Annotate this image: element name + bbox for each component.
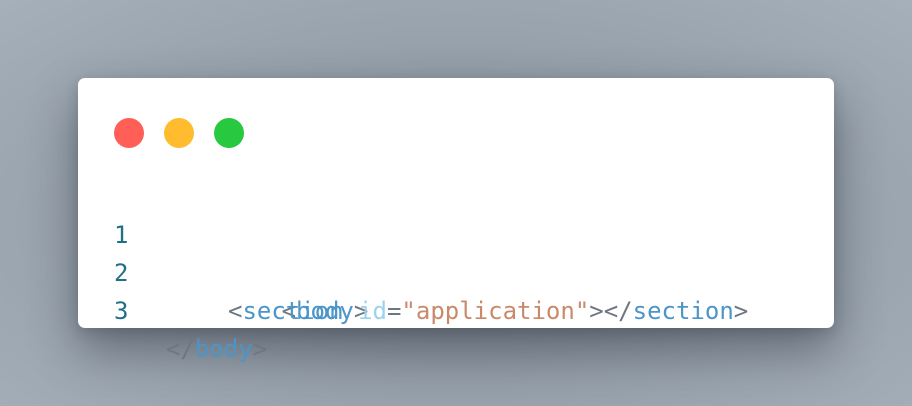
code-text: <section id="application"></section>: [228, 292, 748, 330]
code-token: ></: [589, 297, 633, 325]
code-token: >: [733, 297, 749, 325]
code-token: </: [166, 335, 195, 363]
code-token: "application": [401, 297, 590, 325]
code-token: >: [252, 335, 268, 363]
code-line-1: 1 <body>: [78, 178, 368, 325]
code-line-3: 3 </body>: [78, 254, 267, 363]
minimize-window-button[interactable]: [164, 118, 194, 148]
close-window-button[interactable]: [114, 118, 144, 148]
code-token: body: [194, 335, 253, 363]
code-token: <: [228, 297, 243, 325]
code-line-2: 2 <section id="application"></section>: [78, 216, 748, 325]
line-number: 3: [114, 297, 129, 325]
code-token: section: [632, 297, 734, 325]
maximize-window-button[interactable]: [214, 118, 244, 148]
code-text: </body>: [166, 330, 267, 368]
code-token: id: [358, 297, 387, 325]
code-window: 1 <body> 2 <section id="application"></s…: [78, 78, 834, 363]
code-token: section: [242, 297, 344, 325]
code-token: =: [386, 297, 402, 325]
